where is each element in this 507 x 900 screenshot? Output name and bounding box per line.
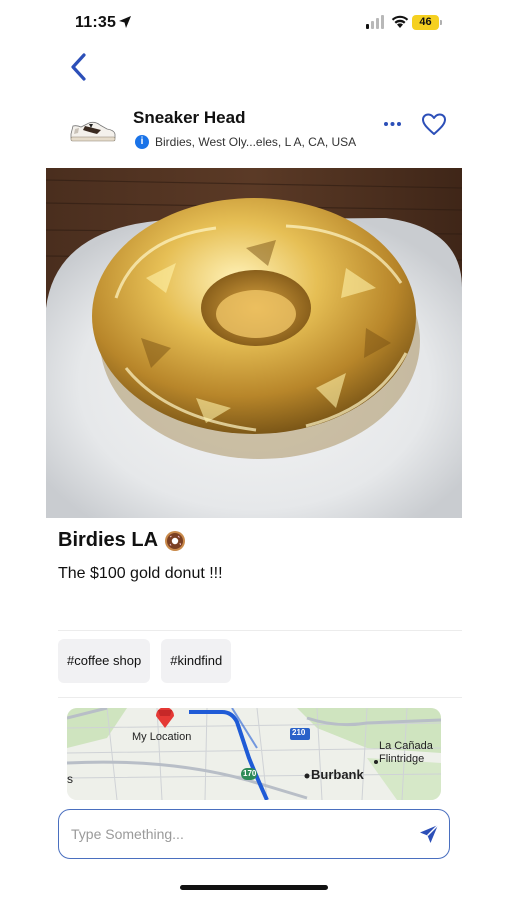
send-icon [420, 824, 439, 843]
info-icon: i [135, 135, 149, 149]
post-title-row: Birdies LA [58, 529, 186, 552]
location-pin-icon [156, 708, 174, 728]
tag-coffee-shop[interactable]: #coffee shop [58, 639, 151, 683]
tag-kindfind[interactable]: #kindfind [161, 639, 232, 683]
location-arrow-icon [119, 16, 131, 28]
home-indicator [180, 885, 328, 890]
wifi-icon [391, 15, 409, 28]
heart-outline-icon [422, 113, 446, 135]
map-label-my-location: My Location [132, 731, 192, 743]
divider [58, 630, 462, 631]
back-button[interactable] [64, 50, 96, 84]
tag-list: #coffee shop #kindfind [58, 639, 232, 683]
battery-indicator: 46 [412, 15, 439, 30]
highway-210-shield: 210 [292, 728, 306, 737]
comment-input[interactable] [71, 822, 401, 846]
location-row[interactable]: i Birdies, West Oly...eles, L A, CA, USA [135, 134, 356, 150]
more-options-button[interactable] [380, 114, 406, 134]
map-label-burbank: Burbank [311, 767, 364, 782]
favorite-button[interactable] [420, 111, 448, 137]
map-label-edge-fragment: s [67, 772, 73, 786]
user-name[interactable]: Sneaker Head [133, 108, 245, 128]
chevron-left-icon [71, 53, 86, 81]
post-title: Birdies LA [58, 529, 159, 551]
post-image[interactable] [46, 168, 462, 518]
avatar[interactable] [67, 112, 119, 148]
battery-tip [440, 20, 442, 25]
status-bar: 11:35 46 [0, 0, 507, 46]
sneaker-avatar-image [70, 121, 116, 142]
send-button[interactable] [417, 822, 441, 846]
post-caption: The $100 gold donut !!! [58, 565, 223, 582]
more-dots-icon [384, 122, 401, 126]
map-preview[interactable]: My Location La Cañada Flintridge Burbank… [67, 708, 441, 800]
donut-emoji-icon [165, 530, 186, 551]
comment-input-bar [58, 809, 450, 859]
divider [58, 697, 462, 698]
highway-170-shield: 170 [243, 769, 257, 778]
cellular-signal-icon [366, 15, 384, 29]
gold-donut-photo [46, 168, 462, 518]
status-time: 11:35 [75, 14, 117, 31]
location-text: Birdies, West Oly...eles, L A, CA, USA [155, 135, 357, 149]
map-label-flintridge: Flintridge [379, 753, 425, 765]
map-label-la-canada: La Cañada [379, 740, 433, 752]
